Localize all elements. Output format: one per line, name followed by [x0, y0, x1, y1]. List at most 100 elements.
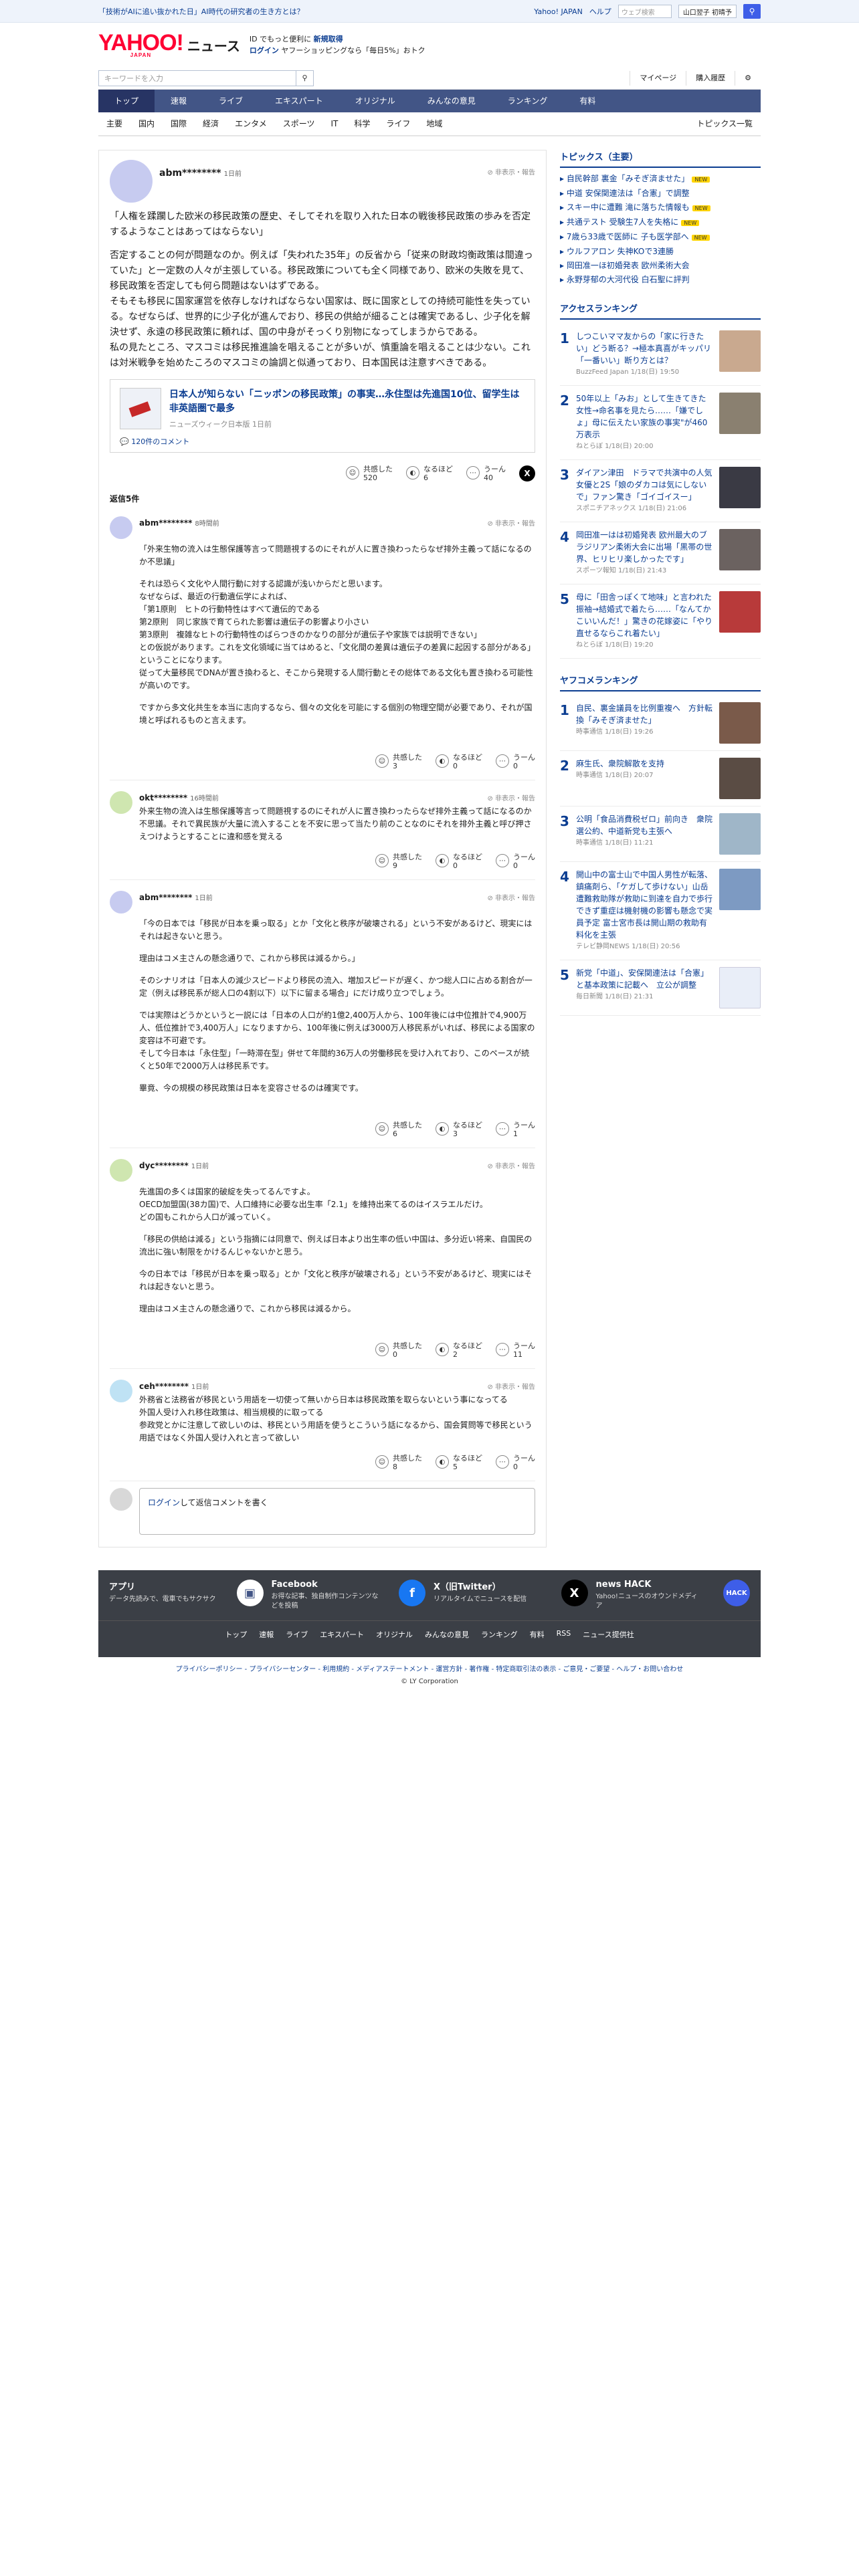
- hmm-button[interactable]: ⋯ うーん 0: [496, 753, 535, 770]
- footer-link[interactable]: 速報: [259, 1629, 274, 1640]
- topic-item[interactable]: ▸ 7歳ら33歳で医師に 子も医学部へ NEW: [560, 230, 761, 245]
- empathy-button[interactable]: ☺ 共感した 520: [346, 465, 393, 482]
- footer-link[interactable]: ライブ: [286, 1629, 308, 1640]
- web-search-input[interactable]: ウェブ検索: [617, 5, 672, 18]
- topic-item[interactable]: ▸ 中道 安保関連法は「合憲」で調整: [560, 187, 761, 201]
- footer-link[interactable]: RSS: [557, 1629, 571, 1640]
- empathy-button[interactable]: ☺ 共感した 6: [375, 1121, 422, 1138]
- footer-app-card[interactable]: アプリ データ先読みで、電車でもサクサク ▣: [109, 1580, 264, 1611]
- topic-item[interactable]: ▸ 岡田准一ほ初婚発表 欧州柔術大会: [560, 259, 761, 273]
- category-life[interactable]: ライフ: [378, 112, 418, 136]
- search-icon[interactable]: ⚲: [743, 4, 761, 19]
- tab-live[interactable]: ライブ: [203, 90, 259, 112]
- report-link[interactable]: ⊘ 非表示・報告: [487, 892, 535, 902]
- footer-link[interactable]: トップ: [225, 1629, 247, 1640]
- hmm-button[interactable]: ⋯ うーん 1: [496, 1121, 535, 1138]
- tab-opinion[interactable]: みんなの意見: [411, 90, 492, 112]
- category-sports[interactable]: スポーツ: [275, 112, 323, 136]
- search-icon[interactable]: ⚲: [296, 70, 313, 86]
- news-logo[interactable]: ニュース: [187, 35, 240, 55]
- insight-button[interactable]: ◐ なるほど 5: [436, 1454, 482, 1471]
- x-share-icon[interactable]: X: [519, 465, 535, 481]
- login-link[interactable]: ログイン: [148, 1498, 180, 1507]
- ranking-item[interactable]: 5 新党「中道」、安保関連法は「合憲」と基本政策に記載へ 立公が調整 毎日新聞 1/…: [560, 960, 761, 1016]
- ranking-item[interactable]: 4 岡田准一はは初婚発表 欧州最大のブラジリアン柔術大会に出場「黒帯の世界、ヒリヒ…: [560, 522, 761, 584]
- ranking-item[interactable]: 5 母に「田舎っぽくて地味」と言われた振袖→結婚式で着たら……「なんてかこいいんだ…: [560, 584, 761, 659]
- report-link[interactable]: ⊘ 非表示・報告: [487, 1160, 535, 1170]
- tab-original[interactable]: オリジナル: [339, 90, 411, 112]
- category-entertainment[interactable]: エンタメ: [227, 112, 275, 136]
- insight-button[interactable]: ◐ なるほど 6: [406, 465, 453, 482]
- tab-breaking[interactable]: 速報: [155, 90, 203, 112]
- insight-button[interactable]: ◐ なるほど 0: [436, 753, 482, 770]
- category-economy[interactable]: 経済: [195, 112, 227, 136]
- login-link[interactable]: ログイン: [250, 46, 279, 55]
- tab-top[interactable]: トップ: [98, 90, 155, 112]
- ranking-item[interactable]: 3 公明「食品消費税ゼロ」前向き 衆院選公約、中道新党も主張へ 時事通信 1/18(…: [560, 807, 761, 862]
- signup-link[interactable]: 新規取得: [314, 35, 343, 43]
- insight-button[interactable]: ◐ なるほど 2: [436, 1341, 482, 1359]
- tab-expert[interactable]: エキスパート: [259, 90, 339, 112]
- footer-link[interactable]: エキスパート: [320, 1629, 364, 1640]
- empathy-button[interactable]: ☺ 共感した 8: [375, 1454, 422, 1471]
- footer-link[interactable]: ランキング: [481, 1629, 518, 1640]
- empathy-button[interactable]: ☺ 共感した 9: [375, 853, 422, 870]
- footer-link[interactable]: みんなの意見: [425, 1629, 469, 1640]
- footer-link[interactable]: 有料: [530, 1629, 545, 1640]
- tab-ranking[interactable]: ランキング: [492, 90, 564, 112]
- category-domestic[interactable]: 国内: [130, 112, 163, 136]
- keyword-search[interactable]: キーワードを入力 ⚲: [98, 70, 314, 86]
- footer-link[interactable]: ニュース提供社: [583, 1629, 634, 1640]
- hmm-button[interactable]: ⋯ うーん 40: [466, 465, 506, 482]
- article-card[interactable]: 日本人が知らない「ニッポンの移民政策」の事実…永住型は先進国10位、留学生は非英…: [110, 379, 535, 453]
- footer-newshack-card[interactable]: news HACK Yahoo!ニュースのオウンドメディア HACK: [596, 1580, 750, 1611]
- report-link[interactable]: ⊘ 非表示・報告: [487, 792, 535, 802]
- insight-button[interactable]: ◐ なるほど 0: [436, 853, 482, 870]
- footer-x-card[interactable]: X（旧Twitter） リアルタイムでニュースを配信 X: [434, 1580, 588, 1611]
- topic-item[interactable]: ▸ ウルフアロン 失神KOで3連勝: [560, 245, 761, 259]
- category-it[interactable]: IT: [322, 112, 346, 136]
- hmm-button[interactable]: ⋯ うーん 0: [496, 853, 535, 870]
- ranking-item[interactable]: 2 麻生氏、衆院解散を支持 時事通信 1/18(日) 20:07: [560, 751, 761, 807]
- category-world[interactable]: 国際: [163, 112, 195, 136]
- tab-paid[interactable]: 有料: [563, 90, 611, 112]
- footer-link[interactable]: オリジナル: [376, 1629, 413, 1640]
- topics-all-link[interactable]: トピックス一覧: [688, 112, 761, 136]
- topic-item[interactable]: ▸ 永野芽郁の大河代役 白石聖に評判: [560, 273, 761, 287]
- article-comments-link[interactable]: 💬 120件のコメント: [120, 436, 525, 447]
- topic-item[interactable]: ▸ 共通テスト 受験生7人を失格に NEW: [560, 215, 761, 230]
- promo-link[interactable]: 「技術がAIに追い抜かれた日」AI時代の研究者の生き方とは？: [98, 6, 304, 17]
- keyword-input[interactable]: キーワードを入力: [99, 73, 296, 84]
- ranking-item[interactable]: 2 50年以上「みお」として生きてきた女性→命名事を見たら……「嫌でしょ」母に伝え…: [560, 386, 761, 460]
- weather-widget[interactable]: 山口翌子 初晴予: [678, 5, 737, 18]
- empathy-button[interactable]: ☺ 共感した 0: [375, 1341, 422, 1359]
- empathy-button[interactable]: ☺ 共感した 3: [375, 753, 422, 770]
- topic-item[interactable]: ▸ スキー中に遭難 滝に落ちた情報も NEW: [560, 201, 761, 215]
- report-link[interactable]: ⊘ 非表示・報告: [487, 167, 535, 177]
- shopping-promo[interactable]: ヤフーショッピングなら「毎日5%」おトク: [281, 46, 425, 55]
- yahoo-logo[interactable]: YAHOO! JAPAN: [98, 31, 184, 58]
- history-link[interactable]: 購入履歴: [686, 70, 735, 86]
- reaction-bar: ☺ 共感した 3 ◐ なるほど 0 ⋯ うーん 0: [139, 753, 535, 770]
- ranking-item[interactable]: 1 しつこいママ友からの「家に行きたい」どう断る？→極本真喜がキッパリ「一番いい」…: [560, 324, 761, 386]
- ranking-item[interactable]: 4 開山中の富士山で中国人男性が転落、鎮痛剤ら、「ケガして歩けない」山岳遭難救助隊…: [560, 862, 761, 960]
- report-link[interactable]: ⊘ 非表示・報告: [487, 1381, 535, 1391]
- ranking-item[interactable]: 1 自民、裏金議員を比例重複へ 方針転換「みそぎ済ませた」 時事通信 1/18(日)…: [560, 695, 761, 751]
- policy-links[interactable]: プライバシーポリシー - プライバシーセンター - 利用規約 - メディアステー…: [98, 1664, 761, 1676]
- mypage-link[interactable]: マイページ: [630, 70, 686, 86]
- ranking-item[interactable]: 3 ダイアン津田 ドラマで共演中の人気女優と2S「娘のダカコは気にしないで」ファン…: [560, 460, 761, 522]
- gear-icon[interactable]: ⚙: [735, 70, 761, 86]
- yahoo-japan-link[interactable]: Yahoo! JAPAN: [534, 7, 583, 16]
- footer-facebook-card[interactable]: Facebook お得な記事、独自制作コンテンツなどを投稿 f: [272, 1580, 425, 1611]
- article-title[interactable]: 日本人が知らない「ニッポンの移民政策」の事実…永住型は先進国10位、留学生は非英…: [169, 388, 525, 416]
- category-local[interactable]: 地域: [418, 112, 450, 136]
- hmm-button[interactable]: ⋯ うーん 11: [496, 1341, 535, 1359]
- help-link[interactable]: ヘルプ: [589, 6, 611, 17]
- hmm-button[interactable]: ⋯ うーん 0: [496, 1454, 535, 1471]
- category-science[interactable]: 科学: [346, 112, 378, 136]
- insight-button[interactable]: ◐ なるほど 3: [436, 1121, 482, 1138]
- topic-item[interactable]: ▸ 自民幹部 裏金「みそぎ済ませた」 NEW: [560, 172, 761, 187]
- category-major[interactable]: 主要: [98, 112, 130, 136]
- report-link[interactable]: ⊘ 非表示・報告: [487, 518, 535, 528]
- reply-input[interactable]: ログインして返信コメントを書く: [139, 1488, 535, 1535]
